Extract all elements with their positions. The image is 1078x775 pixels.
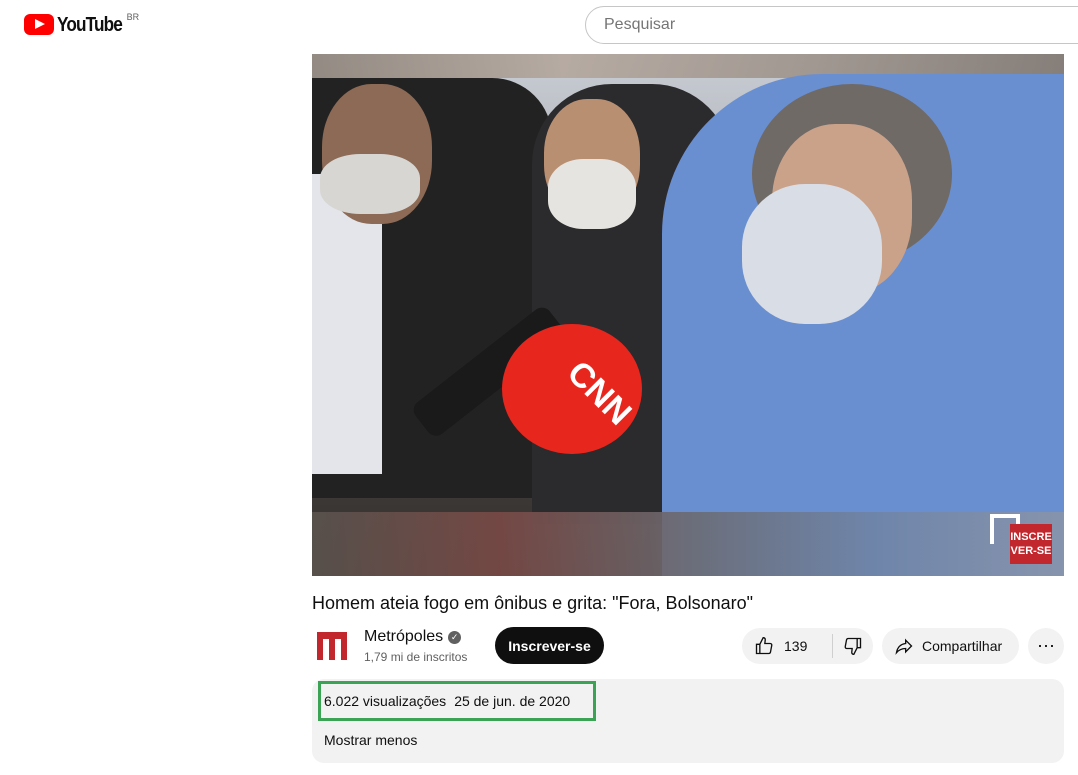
video-bottom-blur — [312, 512, 1064, 576]
like-dislike-group: 139 — [742, 628, 873, 664]
video-mask-left — [320, 154, 420, 214]
more-icon: ⋯ — [1037, 635, 1055, 656]
show-less-button[interactable]: Mostrar menos — [324, 732, 417, 748]
thumbs-up-icon — [755, 636, 773, 655]
watermark-text: INSCRE VER-SE — [1010, 524, 1052, 564]
channel-name-row[interactable]: Metrópoles ✓ — [364, 628, 462, 646]
thumbs-down-icon — [844, 637, 862, 656]
subscribe-button[interactable]: Inscrever-se — [495, 627, 604, 664]
verified-icon: ✓ — [448, 630, 462, 644]
more-actions-button[interactable]: ⋯ — [1028, 628, 1064, 664]
share-button[interactable]: Compartilhar — [882, 628, 1019, 664]
like-button[interactable]: 139 — [742, 628, 832, 664]
search-input[interactable] — [602, 15, 1078, 35]
logo-text: YouTube — [57, 14, 123, 36]
youtube-play-icon — [24, 14, 54, 35]
share-label: Compartilhar — [922, 638, 1003, 654]
video-mask-center — [548, 159, 636, 229]
video-player[interactable]: CNN INSCRE VER-SE — [312, 54, 1064, 576]
view-date-highlight: 6.022 visualizações 25 de jun. de 2020 — [318, 681, 596, 721]
channel-avatar[interactable] — [314, 628, 350, 664]
view-count: 6.022 visualizações — [324, 693, 447, 709]
youtube-logo[interactable]: YouTube BR — [24, 12, 140, 36]
upload-date: 25 de jun. de 2020 — [454, 693, 571, 709]
video-mask-right — [742, 184, 882, 324]
subscribe-watermark[interactable]: INSCRE VER-SE — [990, 514, 1052, 564]
like-count: 139 — [784, 638, 808, 654]
metropoles-logo-icon — [317, 632, 347, 660]
dislike-button[interactable] — [833, 628, 873, 664]
share-icon — [895, 638, 913, 655]
channel-name[interactable]: Metrópoles — [364, 628, 443, 646]
subscriber-count: 1,79 mi de inscritos — [364, 650, 468, 664]
country-code: BR — [126, 12, 140, 22]
search-box[interactable] — [585, 6, 1078, 44]
video-title: Homem ateia fogo em ônibus e grita: "For… — [312, 593, 753, 613]
